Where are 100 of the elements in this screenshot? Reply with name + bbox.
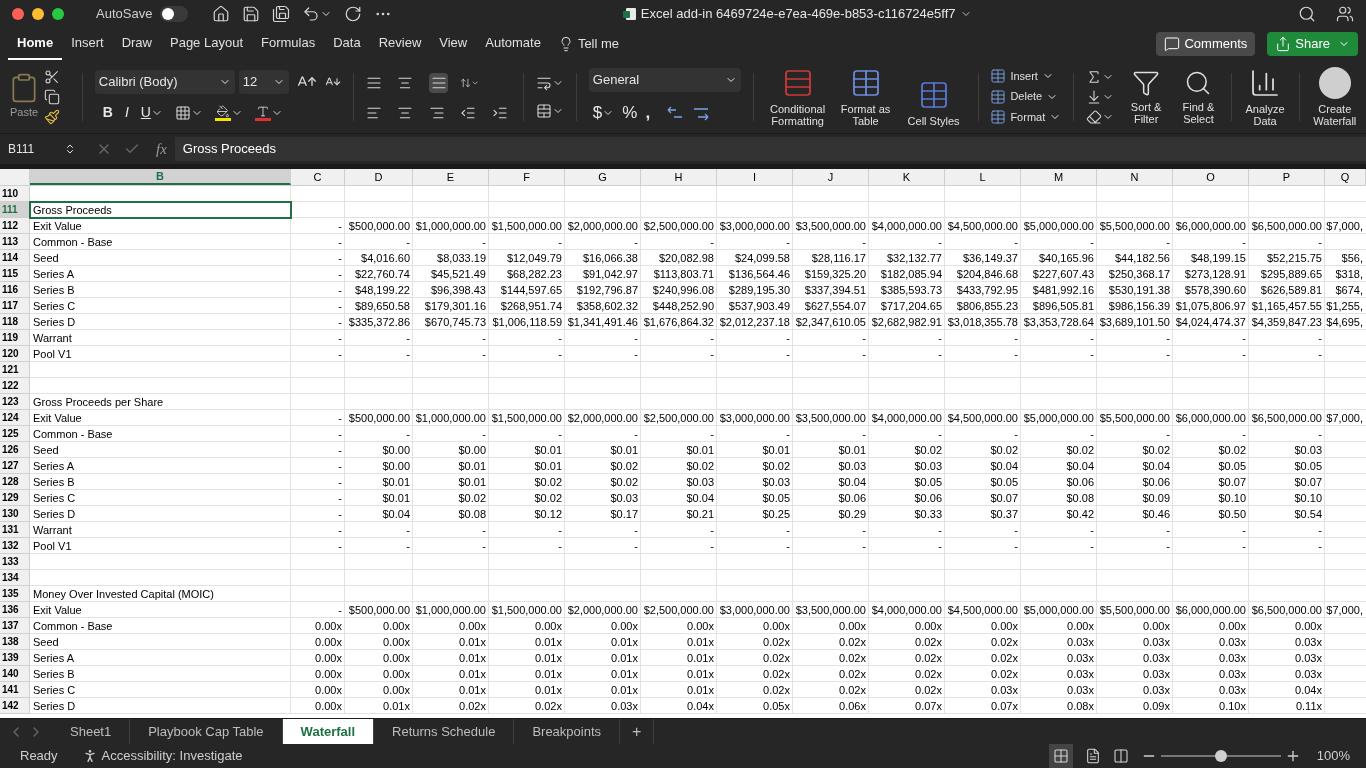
style-button[interactable]: Conditional Formatting — [765, 66, 830, 127]
function-button[interactable]: fx — [156, 137, 167, 161]
cut-icon[interactable] — [44, 68, 60, 85]
analyze-data-button[interactable]: Analyze Data — [1243, 66, 1287, 127]
row-header[interactable]: 140 — [0, 666, 30, 682]
row-header[interactable]: 139 — [0, 650, 30, 666]
redo-icon[interactable] — [344, 5, 363, 23]
style-button[interactable]: Cell Styles — [901, 78, 966, 127]
accessibility-button[interactable]: Accessibility: Investigate — [81, 746, 243, 766]
row-header[interactable]: 112 — [0, 218, 30, 234]
borders-icon[interactable] — [174, 104, 191, 121]
row-header[interactable]: 142 — [0, 698, 30, 714]
row-header[interactable]: 138 — [0, 634, 30, 650]
comma-button[interactable]: , — [645, 99, 651, 126]
row-header[interactable]: 121 — [0, 362, 30, 378]
format-painter-icon[interactable] — [44, 108, 60, 125]
cells-menu-button[interactable]: Insert — [990, 67, 1062, 85]
ribbon-tab[interactable]: Review — [369, 28, 431, 60]
fill-color-icon[interactable] — [214, 104, 231, 121]
row-header[interactable]: 132 — [0, 538, 30, 554]
decrease-decimal-icon[interactable] — [666, 104, 685, 121]
row-header[interactable]: 141 — [0, 682, 30, 698]
row-header[interactable]: 123 — [0, 394, 30, 410]
normal-view-icon[interactable] — [1052, 748, 1069, 764]
save-icon[interactable] — [242, 5, 261, 23]
percent-button[interactable]: % — [622, 99, 638, 126]
font-color-icon[interactable] — [254, 104, 271, 121]
row-header[interactable]: 116 — [0, 282, 30, 298]
row-header[interactable]: 111 — [0, 202, 30, 218]
font-dropdown[interactable]: Calibri (Body) — [94, 70, 235, 94]
currency-button[interactable]: $ — [592, 99, 603, 126]
row-header[interactable]: 126 — [0, 442, 30, 458]
row-header[interactable]: 128 — [0, 474, 30, 490]
row-header[interactable]: 127 — [0, 458, 30, 474]
cells-menu-button[interactable]: Delete — [990, 88, 1062, 105]
ribbon-tab[interactable]: Page Layout — [161, 28, 252, 60]
merge-icon[interactable] — [536, 102, 553, 119]
column-header[interactable]: M — [1021, 169, 1097, 185]
ribbon-tab[interactable]: Automate — [476, 28, 550, 60]
column-header[interactable]: L — [945, 169, 1021, 185]
zoom-slider[interactable] — [1160, 750, 1281, 762]
row-header[interactable]: 135 — [0, 586, 30, 602]
column-header[interactable]: P — [1249, 169, 1325, 185]
editing-button[interactable]: Find & Select — [1178, 68, 1219, 125]
style-button[interactable]: Format as Table — [833, 66, 898, 127]
row-header[interactable]: 124 — [0, 410, 30, 426]
row-header[interactable]: 137 — [0, 618, 30, 634]
tell-me-button[interactable]: Tell me — [549, 34, 628, 54]
column-header[interactable]: I — [717, 169, 793, 185]
ribbon-tab[interactable]: Data — [324, 28, 370, 60]
minimize-button[interactable] — [32, 8, 44, 20]
create-waterfall-button[interactable]: Create Waterfall — [1311, 66, 1359, 127]
row-header[interactable]: 134 — [0, 570, 30, 586]
column-header[interactable]: J — [793, 169, 869, 185]
paste-button[interactable]: Paste — [8, 72, 40, 121]
column-header[interactable]: F — [489, 169, 565, 185]
cells-menu-button[interactable]: Format — [990, 108, 1062, 126]
row-header[interactable]: 136 — [0, 602, 30, 618]
column-header[interactable]: K — [869, 169, 945, 185]
row-header[interactable]: 122 — [0, 378, 30, 394]
italic-button[interactable]: I — [124, 102, 129, 123]
page-layout-icon[interactable] — [1084, 748, 1101, 764]
row-header[interactable]: 119 — [0, 330, 30, 346]
name-box[interactable]: B111 — [0, 137, 84, 161]
row-header[interactable]: 130 — [0, 506, 30, 522]
row-header[interactable]: 117 — [0, 298, 30, 314]
formula-field[interactable]: Gross Proceeds — [174, 137, 1366, 161]
autosave-toggle[interactable] — [160, 6, 189, 22]
ribbon-tab[interactable]: View — [430, 28, 477, 60]
row-header[interactable]: 133 — [0, 554, 30, 570]
comments-button[interactable]: Comments — [1156, 32, 1256, 56]
ribbon-tab[interactable]: Formulas — [252, 28, 325, 60]
column-header[interactable]: C — [291, 169, 345, 185]
editing-button[interactable]: Sort & Filter — [1126, 68, 1167, 125]
number-format-dropdown[interactable]: General — [588, 67, 741, 92]
column-header[interactable]: N — [1097, 169, 1173, 185]
fill-icon[interactable] — [1086, 88, 1102, 105]
column-header[interactable]: O — [1173, 169, 1249, 185]
row-header[interactable]: 114 — [0, 250, 30, 266]
maximize-button[interactable] — [52, 8, 64, 20]
row-header[interactable]: 120 — [0, 346, 30, 362]
column-header[interactable]: B — [30, 169, 291, 185]
column-header[interactable]: Q — [1325, 169, 1366, 185]
ribbon-tab[interactable]: Insert — [62, 28, 113, 60]
search-icon[interactable] — [1298, 5, 1316, 23]
row-header[interactable]: 113 — [0, 234, 30, 250]
share-button[interactable]: Share — [1267, 32, 1358, 56]
column-header[interactable]: D — [345, 169, 413, 185]
row-header[interactable]: 115 — [0, 266, 30, 282]
ribbon-tab[interactable]: Home — [8, 28, 63, 60]
eraser-icon[interactable] — [1086, 108, 1102, 125]
close-button[interactable] — [12, 8, 24, 20]
row-header[interactable]: 118 — [0, 314, 30, 330]
row-header[interactable]: 131 — [0, 522, 30, 538]
row-header[interactable]: 125 — [0, 426, 30, 442]
row-header[interactable]: 129 — [0, 490, 30, 506]
column-header[interactable]: H — [641, 169, 717, 185]
copy-icon[interactable] — [44, 88, 60, 105]
row-header[interactable]: 110 — [0, 186, 30, 202]
people-icon[interactable] — [1336, 5, 1354, 23]
